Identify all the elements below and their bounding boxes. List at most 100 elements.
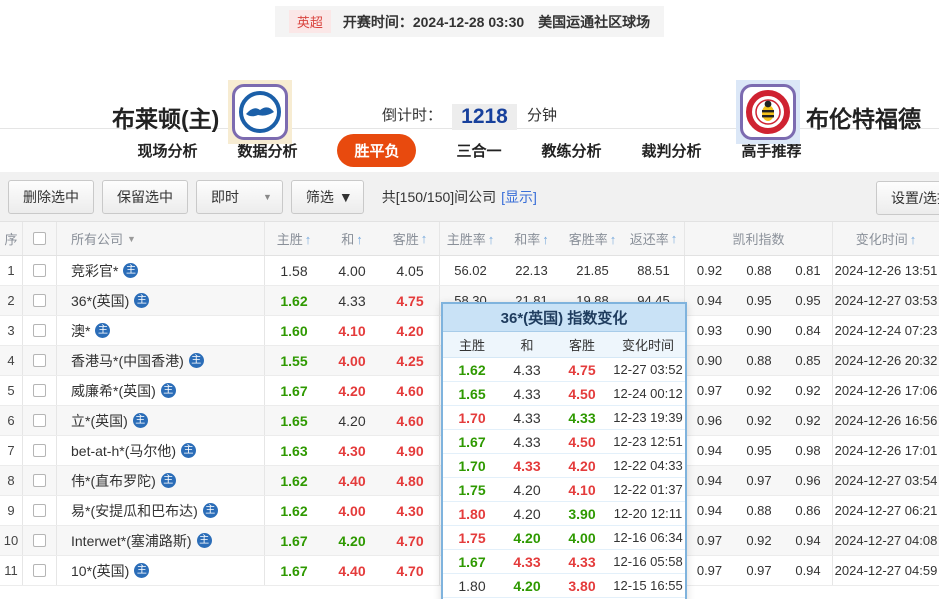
row-number: 11 — [0, 556, 23, 585]
column-draw-rate[interactable]: 和率 ↑ — [501, 229, 562, 248]
company-label: 36*(英国) — [71, 292, 130, 309]
row-checkbox[interactable] — [33, 384, 46, 397]
sort-up-icon: ↑ — [304, 232, 312, 247]
column-away-win[interactable]: 客胜 ↑ — [381, 222, 440, 255]
show-link[interactable]: [显示] — [501, 189, 537, 205]
row-number: 8 — [0, 466, 23, 495]
company-name[interactable]: 易*(安提瓜和巴布达) 主 — [57, 496, 265, 525]
odds-value[interactable]: 4.00 — [323, 353, 381, 369]
odds-value[interactable]: 4.75 — [381, 286, 440, 315]
kickoff-time: 开赛时间：2024-12-28 03:30 — [342, 13, 525, 30]
company-name[interactable]: 10*(英国) 主 — [57, 556, 265, 585]
odds-value[interactable]: 4.30 — [381, 496, 440, 525]
popup-change-time: 12-23 12:51 — [613, 434, 683, 449]
company-name[interactable]: bet-at-h*(马尔他) 主 — [57, 436, 265, 465]
odds-value[interactable]: 1.67 — [265, 383, 323, 399]
sort-up-icon: ↑ — [487, 232, 495, 247]
row-checkbox[interactable] — [33, 534, 46, 547]
tab-裁判分析[interactable]: 裁判分析 — [642, 134, 702, 167]
company-name[interactable]: 伟*(直布罗陀) 主 — [57, 466, 265, 495]
odds-value[interactable]: 1.60 — [265, 323, 323, 339]
odds-value[interactable]: 1.55 — [265, 353, 323, 369]
row-checkbox[interactable] — [33, 354, 46, 367]
row-checkbox[interactable] — [33, 324, 46, 337]
company-count: 共[150/150]间公司 [显示] — [381, 188, 537, 205]
odds-value[interactable]: 4.00 — [323, 263, 381, 279]
column-home-win[interactable]: 主胜 ↑ — [265, 229, 323, 248]
kelly-value: 0.94 — [784, 556, 833, 585]
odds-value[interactable]: 4.20 — [381, 316, 440, 345]
settings-button[interactable]: 设置/选择 — [876, 181, 939, 215]
odds-value[interactable]: 4.10 — [323, 323, 381, 339]
rate-value: 22.13 — [515, 263, 548, 278]
odds-value[interactable]: 4.40 — [323, 563, 381, 579]
odds-value[interactable]: 4.90 — [381, 436, 440, 465]
popup-column-time: 变化时间 — [621, 338, 674, 353]
row-checkbox[interactable] — [33, 264, 46, 277]
odds-value[interactable]: 1.67 — [265, 563, 323, 579]
tab-三合一[interactable]: 三合一 — [456, 134, 501, 167]
company-name[interactable]: 36*(英国) 主 — [57, 286, 265, 315]
kelly-value: 0.94 — [696, 443, 723, 458]
company-name[interactable]: 澳* 主 — [57, 316, 265, 345]
column-company[interactable]: 所有公司 ▼ — [57, 222, 265, 255]
odds-value[interactable]: 4.70 — [381, 526, 440, 555]
odds-value[interactable]: 4.80 — [381, 466, 440, 495]
row-checkbox[interactable] — [33, 474, 46, 487]
tab-教练分析[interactable]: 教练分析 — [542, 134, 602, 167]
odds-value[interactable]: 4.20 — [323, 533, 381, 549]
popup-odds-value: 4.50 — [568, 385, 596, 402]
filter-dropdown[interactable]: 筛选 ▼ — [290, 179, 364, 214]
checkbox-cell — [23, 526, 57, 555]
odds-value[interactable]: 4.00 — [323, 503, 381, 519]
row-number: 10 — [0, 526, 23, 555]
odds-value[interactable]: 4.60 — [381, 406, 440, 435]
row-checkbox[interactable] — [33, 414, 46, 427]
company-name[interactable]: Interwet*(塞浦路斯) 主 — [57, 526, 265, 555]
column-seq: 序 — [0, 222, 23, 255]
column-change-time[interactable]: 变化时间 ↑ — [833, 229, 939, 248]
select-all-checkbox[interactable] — [33, 232, 46, 245]
odds-value[interactable]: 4.25 — [381, 346, 440, 375]
company-name[interactable]: 立*(英国) 主 — [57, 406, 265, 435]
instant-dropdown[interactable]: 即时 ▼ — [196, 179, 283, 214]
company-name[interactable]: 香港马*(中国香港) 主 — [57, 346, 265, 375]
company-name[interactable]: 竞彩官* 主 — [57, 256, 265, 285]
kelly-value: 0.90 — [746, 323, 772, 338]
odds-value[interactable]: 1.62 — [265, 473, 323, 489]
tab-胜平负[interactable]: 胜平负 — [337, 134, 417, 167]
row-checkbox[interactable] — [33, 444, 46, 457]
tab-现场分析[interactable]: 现场分析 — [137, 134, 197, 167]
delete-selected-button[interactable]: 删除选中 — [8, 179, 94, 214]
odds-value[interactable]: 4.20 — [323, 383, 381, 399]
row-checkbox[interactable] — [33, 294, 46, 307]
odds-value[interactable]: 4.40 — [323, 473, 381, 489]
countdown-unit: 分钟 — [527, 107, 558, 124]
odds-value[interactable]: 1.63 — [265, 443, 323, 459]
column-away-rate[interactable]: 客胜率 ↑ — [562, 229, 623, 248]
odds-value[interactable]: 4.70 — [381, 556, 440, 585]
odds-value[interactable]: 4.05 — [381, 256, 440, 285]
odds-value[interactable]: 4.20 — [323, 413, 381, 429]
keep-selected-button[interactable]: 保留选中 — [102, 179, 188, 214]
odds-value[interactable]: 4.30 — [323, 443, 381, 459]
sort-up-icon: ↑ — [609, 232, 617, 247]
odds-value[interactable]: 1.58 — [265, 263, 323, 279]
odds-value[interactable]: 1.62 — [265, 293, 323, 309]
odds-value[interactable]: 4.33 — [323, 293, 381, 309]
brentford-crest-icon — [746, 90, 790, 134]
column-return-rate[interactable]: 返还率 ↑ — [623, 222, 685, 255]
row-checkbox[interactable] — [33, 564, 46, 577]
odds-value[interactable]: 1.65 — [265, 413, 323, 429]
popup-row: 1.62 4.33 4.75 12-27 03:52 — [443, 358, 685, 382]
company-name[interactable]: 威廉希*(英国) 主 — [57, 376, 265, 405]
kelly-value: 0.94 — [696, 503, 723, 518]
popup-row: 1.67 4.33 4.50 12-23 12:51 — [443, 430, 685, 454]
column-draw[interactable]: 和 ↑ — [323, 229, 381, 248]
odds-value[interactable]: 4.60 — [381, 376, 440, 405]
odds-value[interactable]: 1.62 — [265, 503, 323, 519]
row-checkbox[interactable] — [33, 504, 46, 517]
odds-value[interactable]: 1.67 — [265, 533, 323, 549]
popup-odds-value: 1.70 — [458, 457, 486, 474]
column-home-rate[interactable]: 主胜率 ↑ — [440, 229, 501, 248]
